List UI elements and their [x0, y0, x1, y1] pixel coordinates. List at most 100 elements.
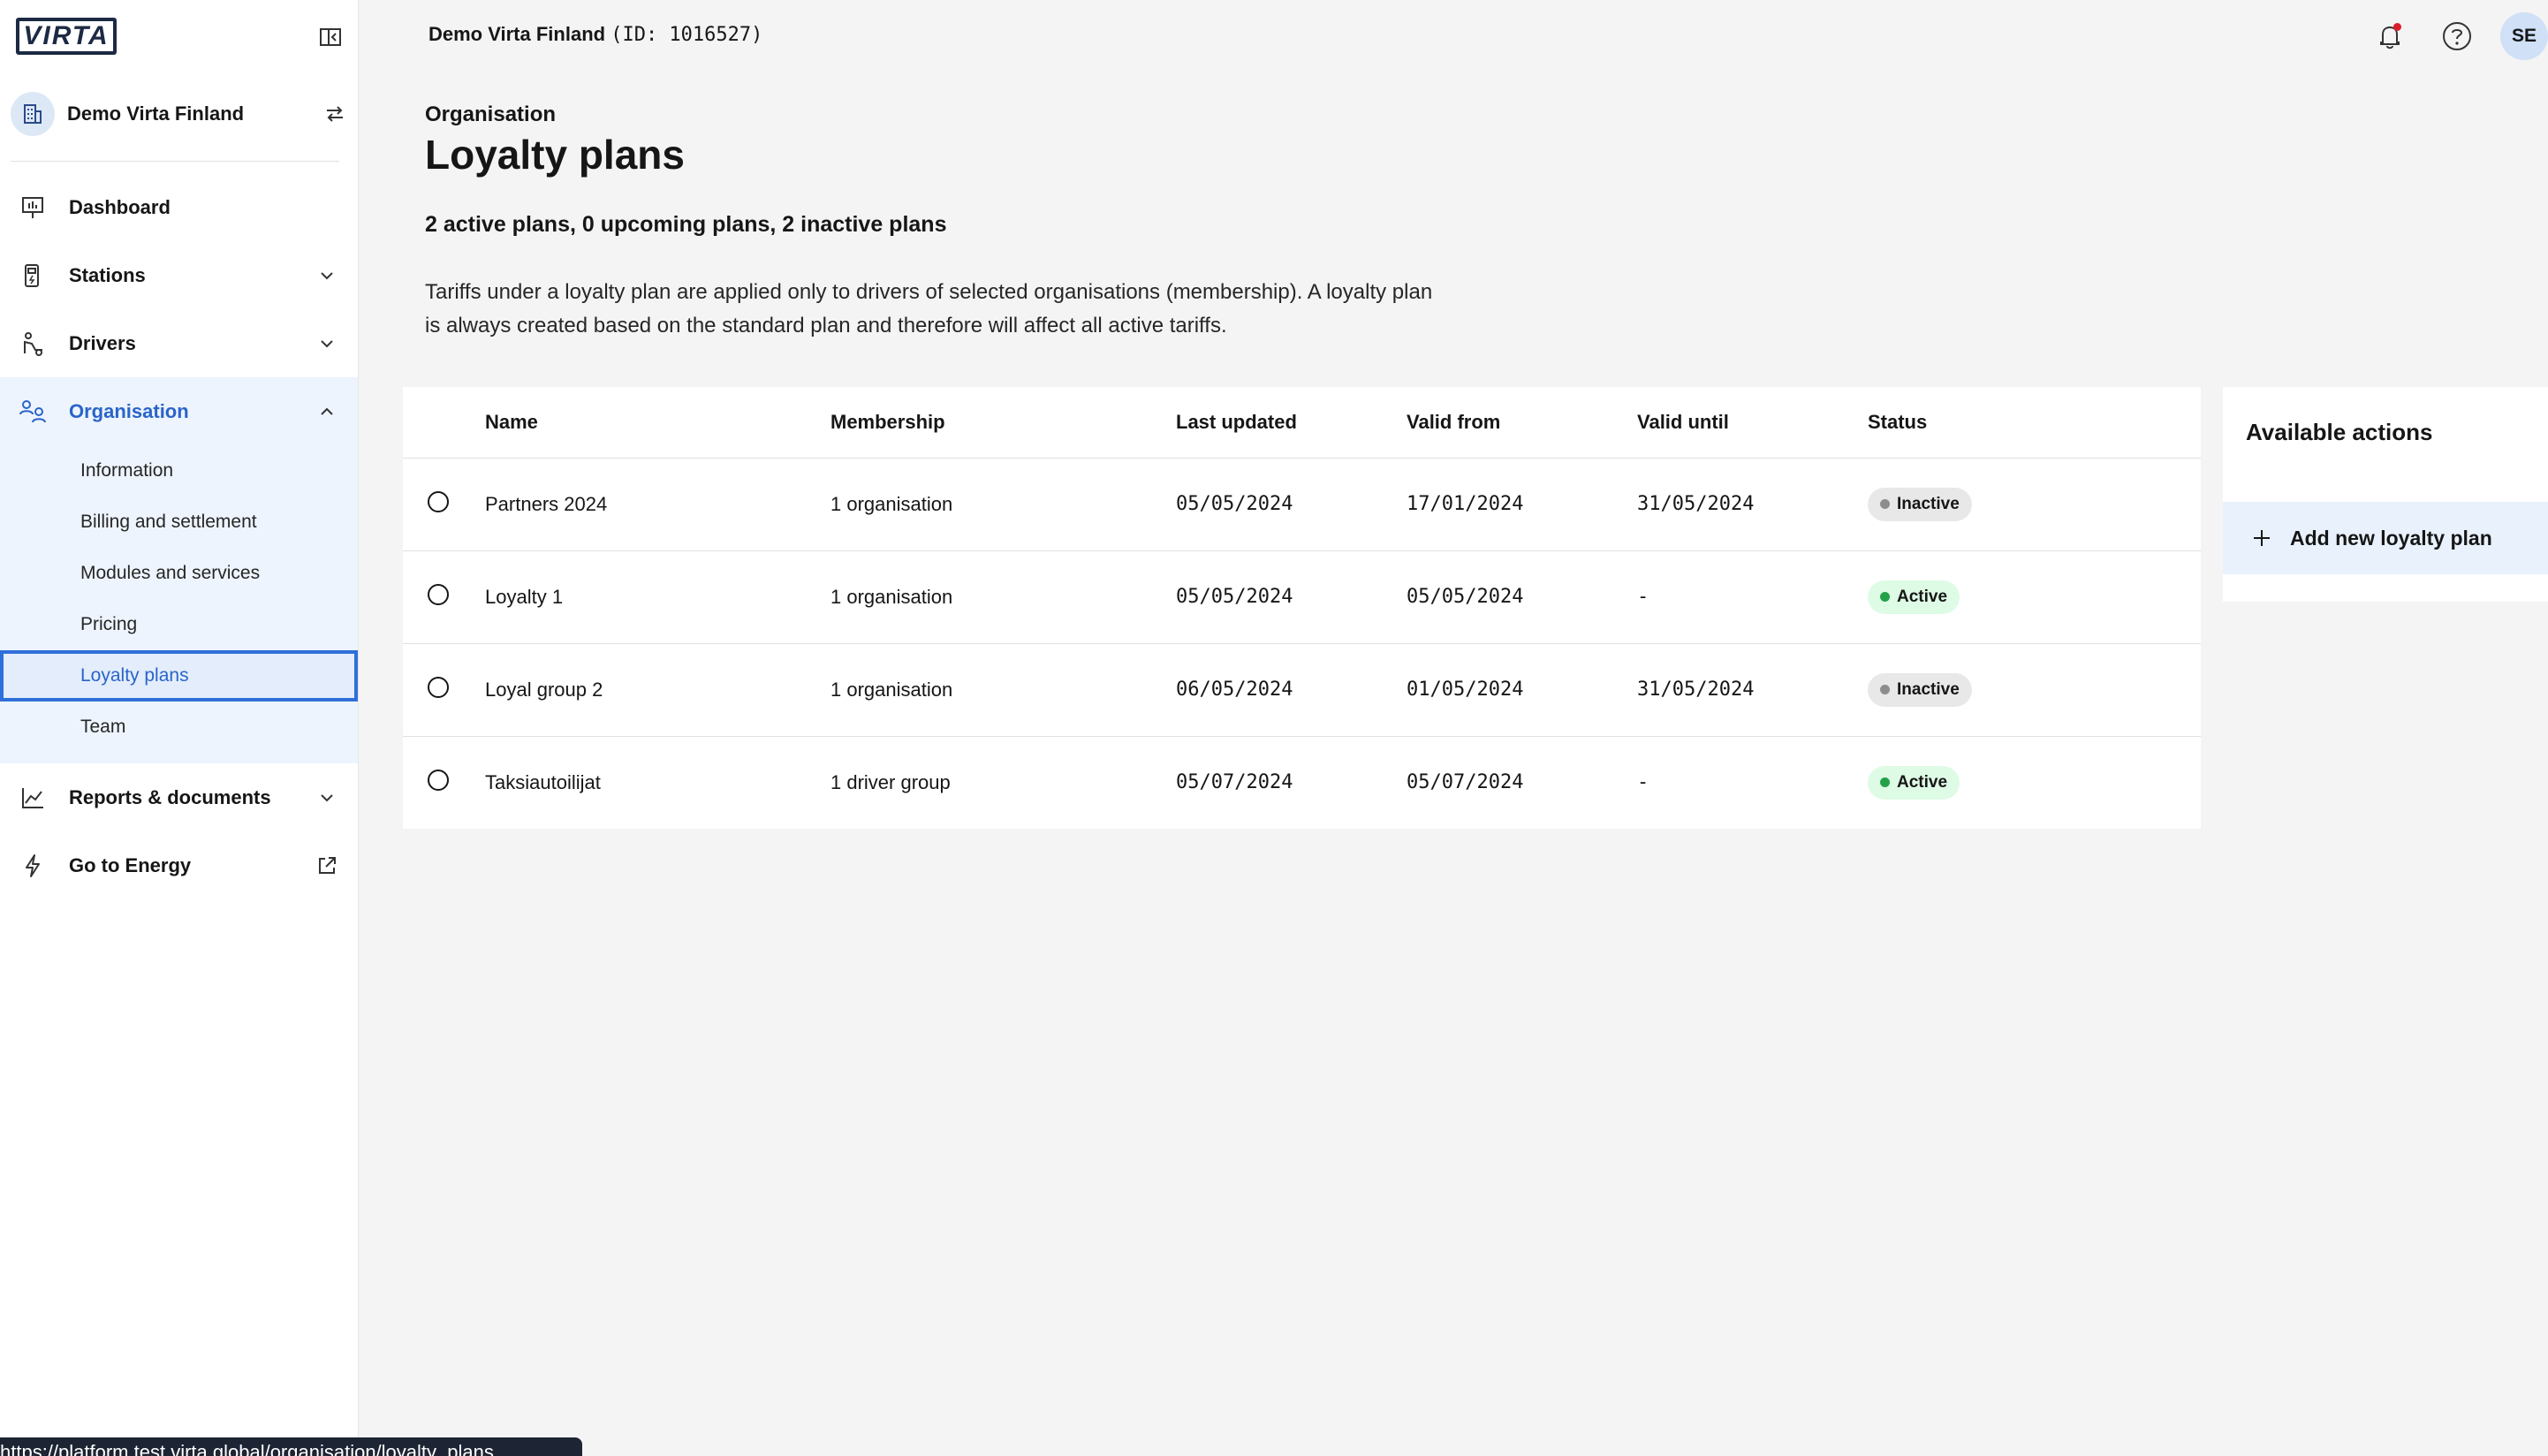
sidebar: VIRTA Demo Virta Finland Dashboard Stati… — [0, 0, 359, 1456]
header-name[interactable]: Name — [485, 387, 830, 459]
dashboard-icon — [18, 193, 48, 223]
user-avatar[interactable]: SE — [2500, 12, 2548, 60]
row-select-cell — [403, 736, 485, 829]
status-label: Inactive — [1897, 679, 1960, 699]
table-row[interactable]: Loyalty 1 1 organisation 05/05/2024 05/0… — [403, 550, 2201, 644]
available-actions-panel: Available actions Add new loyalty plan — [2223, 387, 2548, 602]
table-row[interactable]: Loyal group 2 1 organisation 06/05/2024 … — [403, 643, 2201, 737]
header-org-title: Demo Virta Finland (ID: 1016527) — [428, 23, 762, 46]
header-last-updated[interactable]: Last updated — [1176, 387, 1407, 459]
cell-valid-from: 05/07/2024 — [1407, 771, 1524, 794]
virta-logo[interactable]: VIRTA — [16, 18, 117, 55]
sidebar-subitem-billing[interactable]: Billing and settlement — [0, 497, 358, 548]
cell-valid-from: 01/05/2024 — [1407, 643, 1637, 737]
sidebar-item-organisation[interactable]: Organisation — [0, 377, 358, 445]
sidebar-item-label: Reports & documents — [69, 785, 271, 808]
row-radio[interactable] — [428, 769, 449, 791]
cell-name: Loyal group 2 — [485, 643, 830, 737]
chart-line-icon — [18, 783, 48, 813]
cell-name: Taksiautoilijat — [485, 770, 601, 793]
cell-name: Partners 2024 — [485, 458, 830, 551]
status-dot — [1880, 592, 1890, 602]
sidebar-subitem-loyalty-plans[interactable]: Loyalty plans — [0, 650, 358, 701]
page-description: Tariffs under a loyalty plan are applied… — [425, 280, 1433, 337]
row-select-cell — [403, 643, 485, 737]
status-label: Active — [1897, 587, 1948, 606]
chevron-down-icon — [315, 786, 338, 809]
sidebar-item-stations[interactable]: Stations — [0, 241, 358, 309]
cell-valid-until: - — [1637, 771, 1649, 794]
sidebar-item-label: Stations — [69, 263, 146, 286]
sidebar-item-drivers[interactable]: Drivers — [0, 309, 358, 377]
page-title: Loyalty plans — [425, 132, 685, 178]
add-loyalty-plan-button[interactable]: Add new loyalty plan — [2223, 502, 2548, 574]
top-icons: SE — [2347, 12, 2548, 60]
sidebar-item-label: Go to Energy — [69, 853, 192, 876]
cell-valid-until: - — [1637, 550, 1868, 644]
header-membership[interactable]: Membership — [830, 387, 1176, 459]
cell-status: Active — [1868, 550, 2201, 644]
sidebar-subitem-team[interactable]: Team — [0, 701, 358, 753]
notifications-bell-icon[interactable] — [2366, 12, 2414, 60]
notification-dot — [2393, 23, 2401, 31]
cell-name: Loyalty 1 — [485, 550, 830, 644]
status-label: Active — [1897, 772, 1948, 792]
status-dot — [1880, 685, 1890, 694]
sidebar-item-label: Drivers — [69, 331, 136, 354]
cell-membership: 1 organisation — [830, 643, 1176, 737]
cell-valid-from: 17/01/2024 — [1407, 458, 1637, 551]
cell-valid-from: 05/05/2024 — [1407, 550, 1637, 644]
chevron-down-icon — [315, 332, 338, 355]
sidebar-subitem-information[interactable]: Information — [0, 445, 358, 497]
logo-row: VIRTA — [16, 18, 343, 57]
chevron-up-icon — [315, 400, 338, 423]
sidebar-item-reports[interactable]: Reports & documents — [0, 763, 358, 831]
organisation-group: Organisation Information Billing and set… — [0, 377, 358, 763]
sidebar-nav: Dashboard Stations Drivers Organisation … — [0, 173, 358, 899]
actions-title: Available actions — [2246, 419, 2433, 445]
plans-summary: 2 active plans, 0 upcoming plans, 2 inac… — [425, 212, 947, 237]
table-row[interactable]: Taksiautoilijat 1 driver group 05/07/202… — [403, 736, 2201, 829]
driver-icon — [18, 329, 48, 359]
table-row[interactable]: Partners 2024 1 organisation 05/05/2024 … — [403, 458, 2201, 551]
top-bar: Demo Virta Finland (ID: 1016527) SE — [359, 0, 2548, 72]
cell-membership: 1 organisation — [830, 550, 1176, 644]
switch-org-icon[interactable] — [322, 101, 348, 127]
help-icon[interactable] — [2433, 12, 2481, 60]
cell-last-updated: 05/07/2024 — [1176, 771, 1293, 794]
status-badge: Inactive — [1868, 487, 1972, 521]
charging-station-icon — [18, 261, 48, 291]
header-status[interactable]: Status — [1868, 387, 2201, 459]
row-radio[interactable] — [428, 583, 449, 605]
chevron-down-icon — [315, 264, 338, 287]
cell-membership: 1 driver group — [830, 770, 951, 793]
cell-status: Inactive — [1868, 458, 2201, 551]
status-dot — [1880, 499, 1890, 509]
sidebar-subitem-modules[interactable]: Modules and services — [0, 548, 358, 599]
lightning-icon — [18, 851, 48, 881]
cell-membership: 1 organisation — [830, 458, 1176, 551]
org-switcher[interactable]: Demo Virta Finland — [11, 88, 348, 140]
row-radio[interactable] — [428, 490, 449, 512]
sidebar-item-energy[interactable]: Go to Energy — [0, 831, 358, 899]
sidebar-subitem-pricing[interactable]: Pricing — [0, 599, 358, 650]
status-dot — [1880, 777, 1890, 788]
header-valid-until[interactable]: Valid until — [1637, 387, 1868, 459]
cell-last-updated: 06/05/2024 — [1176, 643, 1407, 737]
header-valid-from[interactable]: Valid from — [1407, 387, 1637, 459]
breadcrumb[interactable]: Organisation — [425, 102, 556, 127]
organisation-icon — [18, 397, 48, 427]
building-icon — [11, 92, 55, 136]
cell-status: Active — [1868, 736, 2201, 829]
loyalty-plans-table: Name Membership Last updated Valid from … — [403, 387, 2201, 829]
cell-last-updated: 05/05/2024 — [1176, 458, 1407, 551]
row-select-cell — [403, 550, 485, 644]
plus-icon — [2251, 527, 2272, 549]
collapse-sidebar-icon[interactable] — [318, 25, 343, 49]
row-select-cell — [403, 458, 485, 551]
sidebar-item-dashboard[interactable]: Dashboard — [0, 173, 358, 241]
status-badge: Active — [1868, 580, 1960, 614]
sidebar-item-label: Dashboard — [69, 195, 171, 218]
row-radio[interactable] — [428, 676, 449, 698]
sidebar-org-name: Demo Virta Finland — [67, 102, 245, 125]
